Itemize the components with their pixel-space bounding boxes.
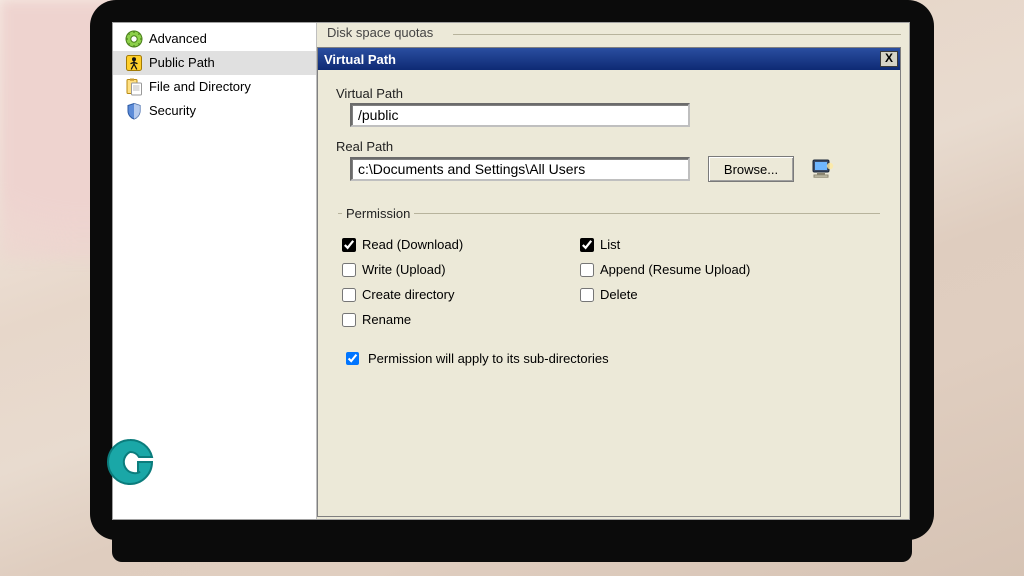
checkbox-label: Rename	[362, 312, 411, 327]
watermark-logo	[102, 434, 158, 490]
shield-icon	[125, 102, 143, 120]
checkbox-rename[interactable]: Rename	[342, 312, 572, 327]
checkbox-label: Write (Upload)	[362, 262, 446, 277]
real-path-input[interactable]	[350, 157, 690, 181]
checkbox-label: Create directory	[362, 287, 454, 302]
sidebar-item-label: Advanced	[149, 31, 207, 47]
checkbox-apply-subdirectories[interactable]: Permission will apply to its sub-directo…	[342, 349, 876, 368]
sidebar-item-label: Security	[149, 103, 196, 119]
checkbox-label: List	[600, 237, 620, 252]
virtual-path-dialog: Virtual Path X Virtual Path Real Path Br…	[317, 47, 901, 517]
checkbox-list[interactable]: List	[580, 237, 810, 252]
checkbox-delete-input[interactable]	[580, 288, 594, 302]
permission-legend: Permission	[342, 206, 414, 221]
sidebar-item-file-directory[interactable]: File and Directory	[113, 75, 316, 99]
virtual-path-label: Virtual Path	[336, 86, 882, 101]
close-button[interactable]: X	[880, 51, 898, 67]
main-panel: Disk space quotas Virtual Path X Virtual…	[317, 23, 909, 519]
sidebar-item-advanced[interactable]: Advanced	[113, 27, 316, 51]
real-path-label: Real Path	[336, 139, 882, 154]
checkbox-rename-input[interactable]	[342, 313, 356, 327]
checkbox-write[interactable]: Write (Upload)	[342, 262, 572, 277]
sidebar-item-public-path[interactable]: Public Path	[113, 51, 316, 75]
permission-group: Permission Read (Download) List	[338, 206, 880, 374]
checkbox-write-input[interactable]	[342, 263, 356, 277]
application-window: Advanced Public Path	[112, 22, 910, 520]
groupbox-label: Disk space quotas	[323, 25, 437, 40]
checkbox-append-input[interactable]	[580, 263, 594, 277]
sidebar-item-security[interactable]: Security	[113, 99, 316, 123]
checkbox-append[interactable]: Append (Resume Upload)	[580, 262, 810, 277]
checkbox-list-input[interactable]	[580, 238, 594, 252]
computer-icon	[812, 159, 834, 179]
dialog-title: Virtual Path	[324, 52, 396, 67]
gear-icon	[125, 30, 143, 48]
checkbox-label: Read (Download)	[362, 237, 463, 252]
groupbox-disk-quotas: Disk space quotas	[323, 25, 901, 43]
checkbox-apply-subdirectories-input[interactable]	[346, 352, 359, 365]
checkbox-create-directory[interactable]: Create directory	[342, 287, 572, 302]
checkbox-label: Permission will apply to its sub-directo…	[368, 351, 609, 366]
clipboard-icon	[125, 78, 143, 96]
virtual-path-input[interactable]	[350, 103, 690, 127]
dialog-titlebar[interactable]: Virtual Path X	[318, 48, 900, 70]
sidebar-item-label: File and Directory	[149, 79, 251, 95]
laptop-bezel: Advanced Public Path	[90, 0, 934, 540]
checkbox-delete[interactable]: Delete	[580, 287, 810, 302]
checkbox-read-input[interactable]	[342, 238, 356, 252]
checkbox-create-directory-input[interactable]	[342, 288, 356, 302]
dialog-body: Virtual Path Real Path Browse...	[318, 70, 900, 384]
checkbox-read[interactable]: Read (Download)	[342, 237, 572, 252]
sidebar-item-label: Public Path	[149, 55, 215, 71]
sign-icon	[125, 54, 143, 72]
checkbox-label: Append (Resume Upload)	[600, 262, 750, 277]
browse-button[interactable]: Browse...	[708, 156, 794, 182]
background: Advanced Public Path	[0, 0, 1024, 576]
laptop-base	[112, 532, 912, 562]
checkbox-label: Delete	[600, 287, 638, 302]
